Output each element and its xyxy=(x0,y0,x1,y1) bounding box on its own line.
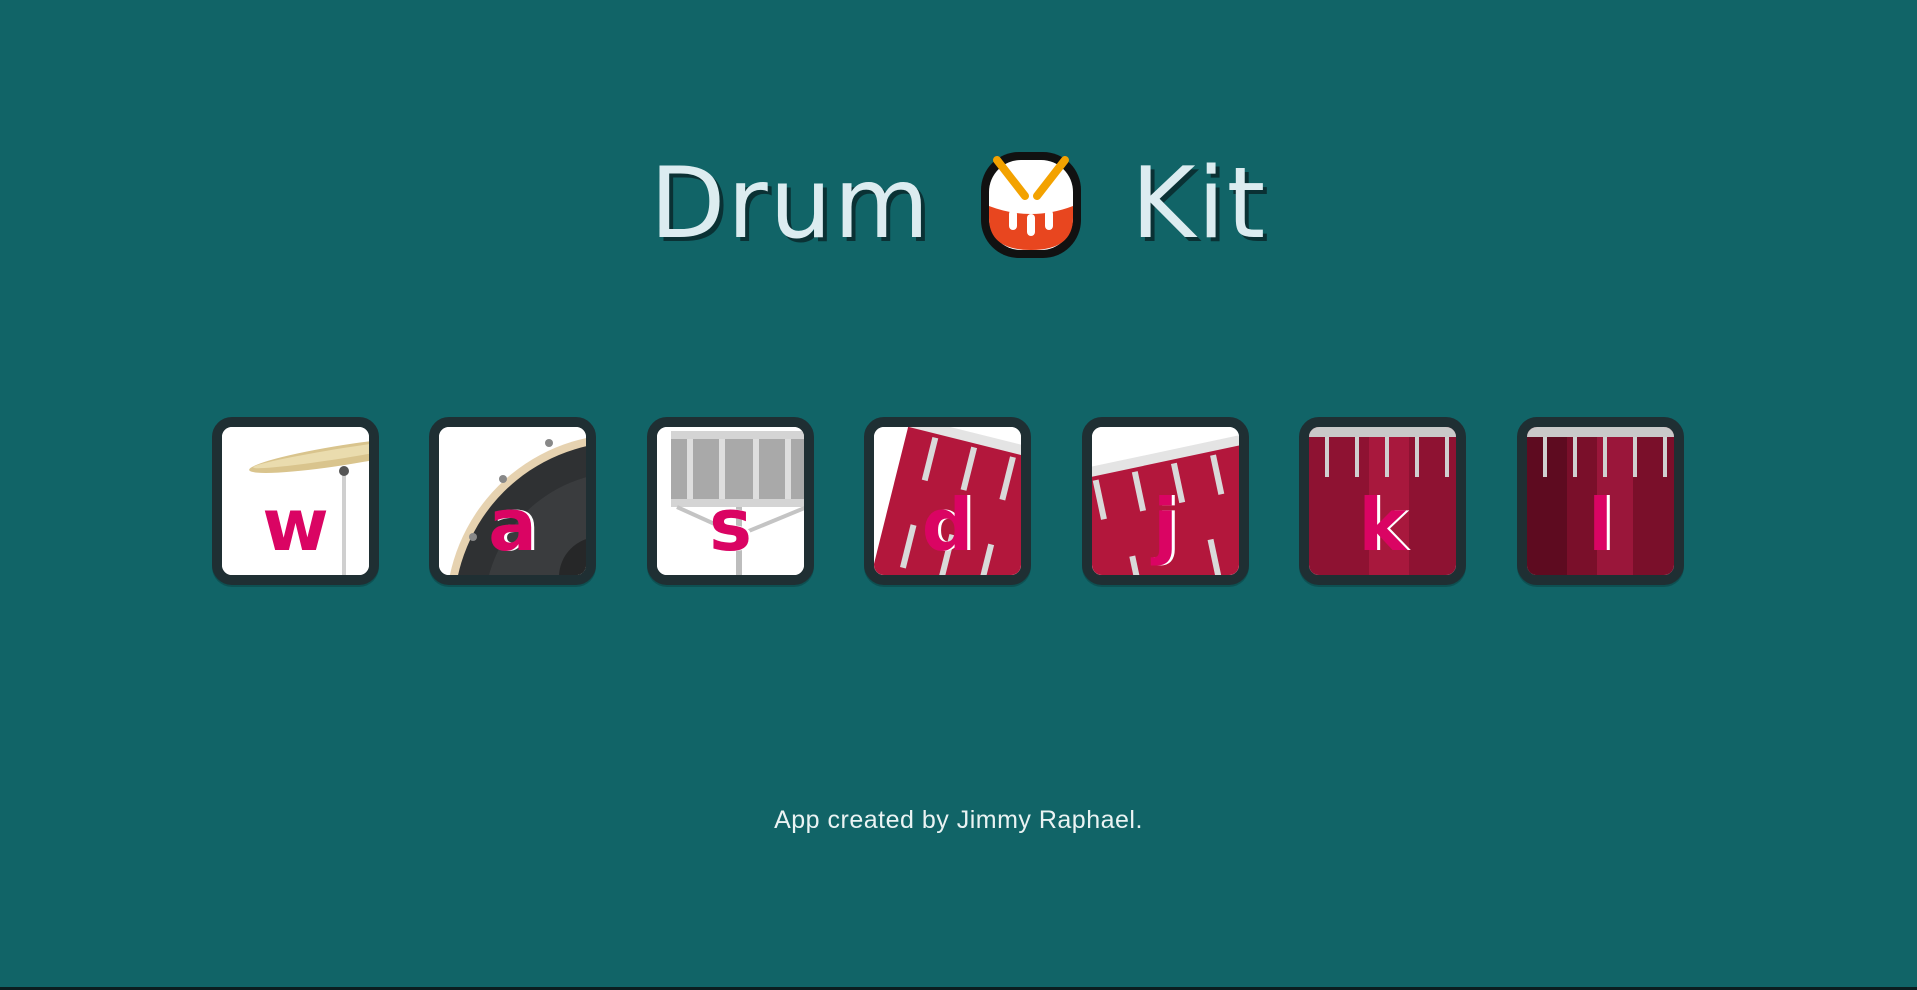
pad-key-label: w xyxy=(262,483,329,567)
title-word-kit: Kit xyxy=(1131,146,1268,261)
pad-key-label: k xyxy=(1358,483,1407,567)
page-title: Drum Kit xyxy=(0,144,1917,264)
footer-credit: App created by Jimmy Raphael. xyxy=(774,806,1143,834)
drum-pad-a[interactable]: a xyxy=(429,417,596,585)
pad-key-label: s xyxy=(709,483,752,567)
drum-pad-d[interactable]: d xyxy=(864,417,1031,585)
drum-pad-l[interactable]: l xyxy=(1517,417,1684,585)
drum-emoji-icon xyxy=(981,151,1082,258)
drum-pad-w[interactable]: w xyxy=(212,417,379,585)
pad-key-label: l xyxy=(1588,483,1613,567)
drum-pad-s[interactable]: s xyxy=(647,417,814,585)
drum-pad-set: w a s d j k l xyxy=(0,417,1917,604)
pad-key-label: a xyxy=(488,483,537,567)
pad-key-label: d xyxy=(921,483,974,567)
drum-pad-k[interactable]: k xyxy=(1299,417,1466,585)
drum-pad-j[interactable]: j xyxy=(1082,417,1249,585)
pad-key-label: j xyxy=(1153,483,1178,567)
title-word-drum: Drum xyxy=(649,146,932,261)
